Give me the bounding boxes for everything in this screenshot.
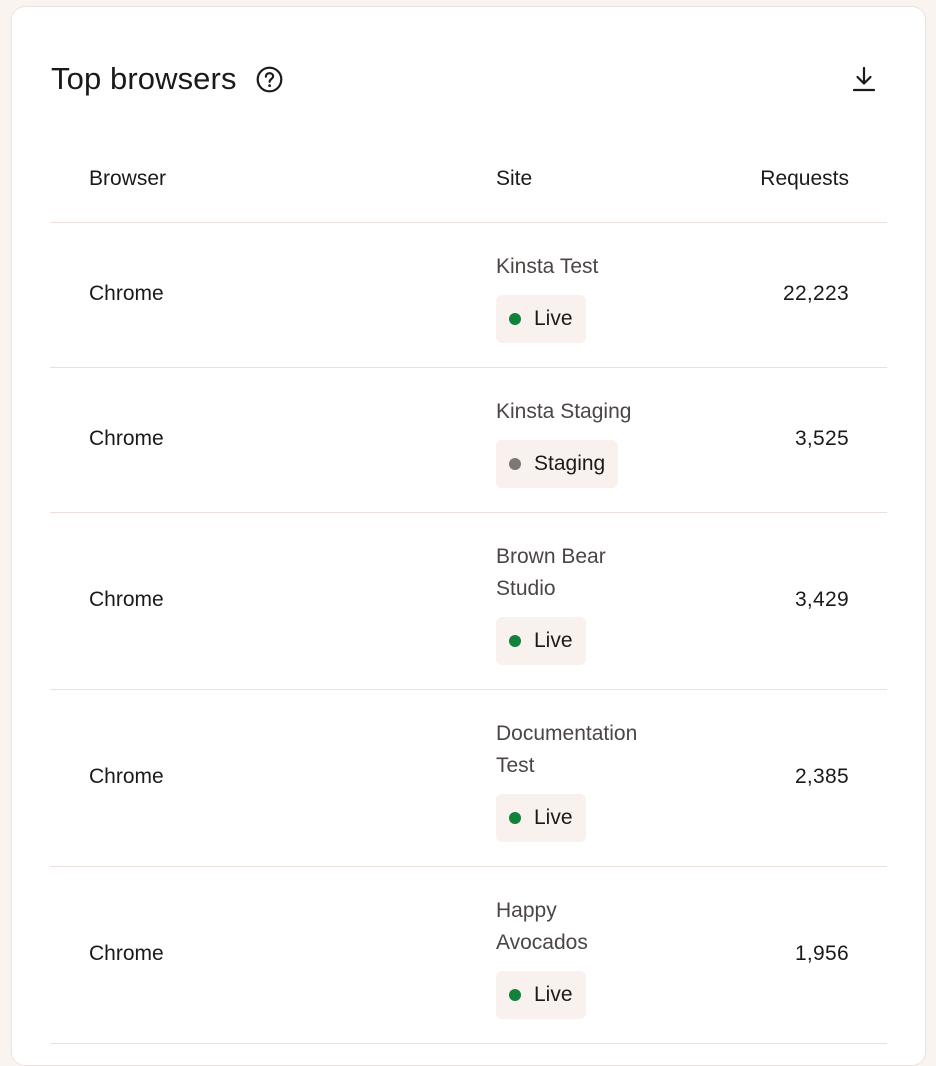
environment-badge: Live [496,794,586,842]
site-name-link[interactable]: Kinsta Staging [496,396,686,428]
environment-badge: Live [496,295,586,343]
site-cell: Happy Avocados Live [496,895,686,1019]
requests-cell: 3,525 [794,427,849,450]
download-icon[interactable] [851,65,877,93]
card-title: Top browsers [51,61,237,96]
live-status-dot-icon [509,635,521,647]
environment-badge: Live [496,617,586,665]
environment-badge: Staging [496,440,619,488]
environment-label: Live [534,983,573,1006]
column-header-requests[interactable]: Requests [760,167,849,191]
live-status-dot-icon [509,989,521,1001]
question-circle-icon[interactable] [256,66,283,93]
site-name-link[interactable]: Happy Avocados [496,895,616,959]
environment-label: Live [534,629,573,652]
requests-cell: 2,385 [794,765,849,788]
table-row: Chrome Documentation Test Live 2,385 [50,690,887,867]
requests-cell: 1,956 [794,942,849,965]
site-name-link[interactable]: Kinsta Test [496,251,686,283]
environment-badge: Live [496,971,586,1019]
card-header: Top browsers [51,57,886,101]
requests-cell: 22,223 [782,282,849,305]
site-cell: Kinsta Staging Staging [496,396,686,488]
site-name-link[interactable]: Brown Bear Studio [496,541,631,605]
column-header-browser[interactable]: Browser [89,167,166,191]
browser-cell: Chrome [89,588,164,611]
table-header-row: Browser Site Requests [50,140,887,223]
site-cell: Kinsta Test Live [496,251,686,343]
requests-cell: 3,429 [794,588,849,611]
table-row: Chrome Kinsta Staging Staging 3,525 [50,368,887,513]
browser-cell: Chrome [89,427,164,450]
site-cell: Documentation Test Live [496,718,686,842]
live-status-dot-icon [509,812,521,824]
top-browsers-card: Top browsers Browser Site Requests Chrom… [11,6,926,1066]
site-cell: Brown Bear Studio Live [496,541,686,665]
browsers-table: Browser Site Requests Chrome Kinsta Test… [50,140,887,1044]
environment-label: Live [534,307,573,330]
staging-status-dot-icon [509,458,521,470]
browser-cell: Chrome [89,942,164,965]
browser-cell: Chrome [89,765,164,788]
site-name-link[interactable]: Documentation Test [496,718,666,782]
column-header-site[interactable]: Site [496,167,532,191]
table-row: Chrome Brown Bear Studio Live 3,429 [50,513,887,690]
live-status-dot-icon [509,313,521,325]
browser-cell: Chrome [89,282,164,305]
table-row: Chrome Kinsta Test Live 22,223 [50,223,887,368]
environment-label: Live [534,806,573,829]
environment-label: Staging [534,452,606,475]
table-row: Chrome Happy Avocados Live 1,956 [50,867,887,1044]
